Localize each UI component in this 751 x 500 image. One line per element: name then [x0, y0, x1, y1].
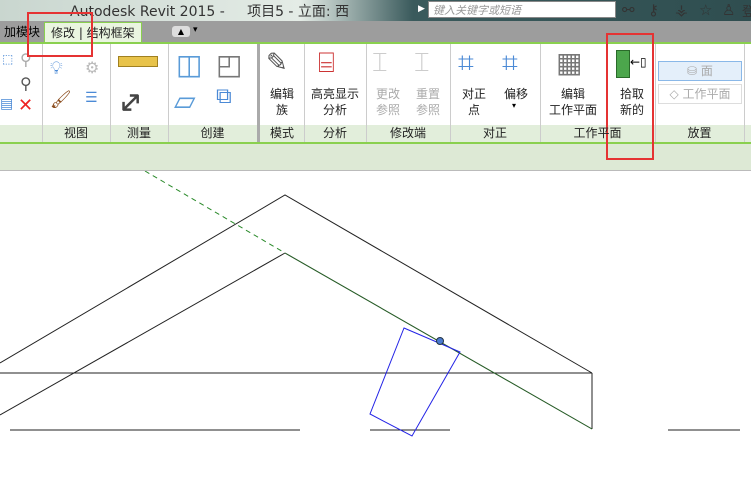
edit-workplane-icon: ▦	[556, 46, 583, 79]
create-group-icon[interactable]: ◫	[176, 48, 202, 81]
panel-label-analysis: 分析	[322, 126, 347, 140]
panel-label-placement: 放置	[687, 126, 712, 140]
workplane-icon: ◇	[669, 87, 683, 101]
drawing-canvas[interactable]	[0, 171, 751, 500]
dropdown-icon[interactable]: ▾	[193, 25, 198, 35]
star-icon[interactable]: ☆	[699, 1, 712, 19]
measure-ruler-icon[interactable]	[118, 56, 158, 67]
create-similar-icon[interactable]: ⧉	[216, 84, 232, 109]
panel-label-view: 视图	[63, 126, 88, 140]
reset-reference-button[interactable]: 重置 参照	[408, 86, 448, 118]
edit-family-button[interactable]: 编辑 族	[262, 86, 302, 118]
create-part-icon[interactable]: ◰	[216, 48, 242, 81]
justification-point-icon: ⌗	[458, 46, 474, 79]
highlight-analysis-button[interactable]: 高亮显示 分析	[306, 86, 364, 118]
tool-icon[interactable]: ⬚	[2, 52, 13, 66]
face-icon: ⛁	[687, 64, 701, 78]
grip-point	[436, 337, 444, 345]
change-reference-icon: ⌶	[372, 48, 388, 78]
offset-button[interactable]: 偏移	[496, 86, 536, 102]
panel-label-workplane: 工作平面	[573, 126, 622, 140]
panel-toggle-icon[interactable]: ▲	[172, 26, 190, 37]
highlight-analysis-icon: ⌸	[318, 46, 335, 79]
roof-outer-line	[0, 194, 593, 374]
place-face-button[interactable]: ⛁ 面	[658, 61, 742, 81]
offset-icon: ⌗	[502, 46, 518, 79]
tool-icon[interactable]: ▤	[0, 96, 13, 112]
binoculars-icon[interactable]: ⚯	[622, 1, 635, 19]
roof-inner-line	[0, 252, 286, 416]
user-icon[interactable]: ♙	[722, 1, 735, 19]
edit-workplane-button[interactable]: 编辑 工作平面	[542, 86, 604, 118]
highlight-box	[27, 12, 93, 57]
lightbulb-icon[interactable]: 💡︎	[50, 58, 63, 79]
gear-icon[interactable]: ⚙	[85, 58, 99, 77]
expand-arrow-icon[interactable]: ▶	[418, 4, 425, 14]
window-title: Autodesk Revit 2015 - 项目5 - 立面: 西	[70, 4, 350, 20]
justification-point-button[interactable]: 对正 点	[454, 86, 494, 118]
edit-family-icon: ✎	[266, 48, 288, 78]
key-icon[interactable]: ⚷	[648, 1, 659, 19]
selected-beam-section	[369, 327, 461, 437]
panel-label-justification: 对正	[482, 126, 507, 140]
place-workplane-button[interactable]: ◇ 工作平面	[658, 84, 742, 104]
paintbrush-icon[interactable]: 🖌︎	[50, 90, 72, 110]
pin-icon[interactable]: ⚲	[20, 74, 32, 93]
workplane-dashed-line	[144, 171, 286, 254]
satellite-icon[interactable]: ⚶	[675, 1, 688, 19]
change-reference-button[interactable]: 更改 参照	[368, 86, 408, 118]
create-assembly-icon[interactable]: ▱	[174, 84, 196, 117]
panel-label-modify-end: 修改端	[389, 126, 426, 140]
search-input[interactable]: 键入关键字或短语	[428, 1, 616, 18]
panel-label-mode: 模式	[269, 126, 294, 140]
dropdown-icon[interactable]: ▾	[512, 101, 516, 110]
panel-label-measure: 测量	[126, 126, 151, 140]
reset-reference-icon: ⌶	[414, 48, 430, 78]
linework-icon[interactable]: ☰	[85, 90, 98, 106]
panel-label-create: 创建	[200, 126, 225, 140]
delete-icon[interactable]: ✕	[18, 95, 33, 116]
signin-label[interactable]: 登	[742, 1, 751, 20]
